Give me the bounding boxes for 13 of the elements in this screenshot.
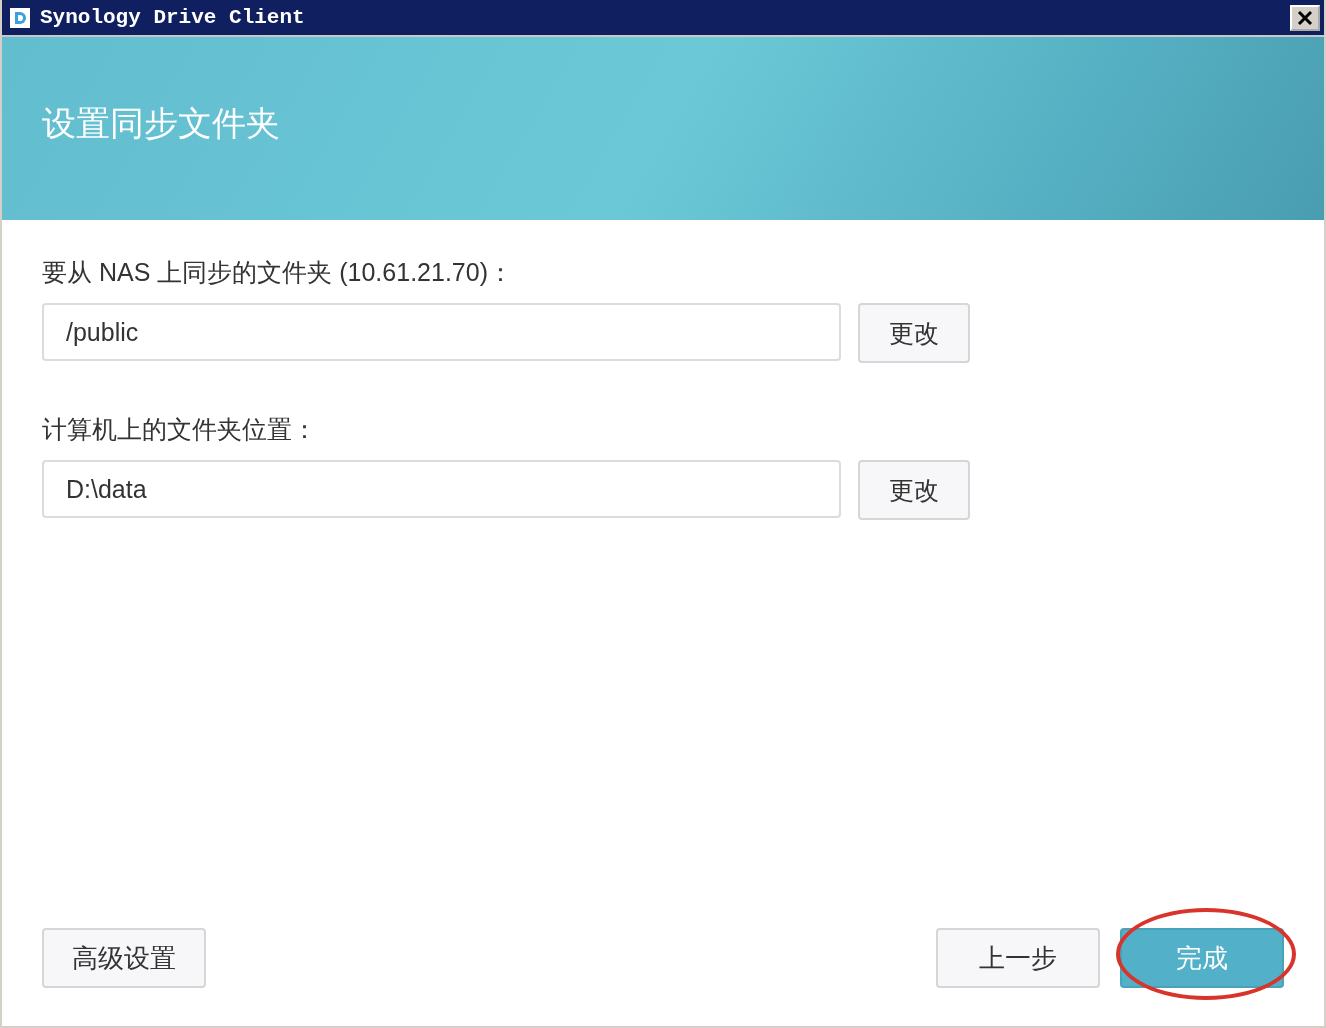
back-button[interactable]: 上一步 (936, 928, 1100, 988)
field-label: 计算机上的文件夹位置： (42, 414, 318, 445)
close-icon (1296, 9, 1314, 26)
dialog-heading: 设置同步文件夹 (42, 102, 280, 144)
path-field[interactable]: /public (42, 303, 841, 361)
close-button[interactable] (1290, 4, 1320, 31)
window-title: Synology Drive Client (40, 6, 306, 29)
advanced-settings-button[interactable]: 高级设置 (42, 928, 206, 988)
app-logo-icon (10, 7, 30, 28)
change-button[interactable]: 更改 (858, 460, 970, 520)
field-label: 要从 NAS 上同步的文件夹 (10.61.21.70)： (42, 257, 514, 288)
change-button[interactable]: 更改 (858, 303, 970, 363)
path-field[interactable]: D:\data (42, 460, 841, 518)
